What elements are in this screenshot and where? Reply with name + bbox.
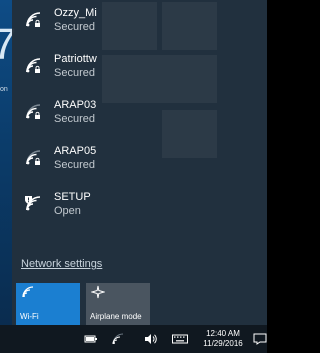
- network-item-ozzy-mi[interactable]: Ozzy_Mi Secured: [12, 0, 267, 46]
- wifi-secured-icon: [26, 58, 41, 73]
- network-status: Secured: [54, 21, 95, 33]
- network-name: ARAP03: [54, 99, 97, 111]
- network-icon[interactable]: [112, 333, 126, 345]
- network-item-arap05[interactable]: ARAP05 Secured: [12, 138, 267, 184]
- network-settings-link[interactable]: Network settings: [21, 258, 102, 270]
- wifi-secured-icon: [26, 104, 41, 119]
- wifi-toggle-tile[interactable]: Wi-Fi: [16, 283, 80, 325]
- network-name: SETUP: [54, 191, 91, 203]
- network-list: Ozzy_Mi Secured Patriottw Secured ARAP03…: [12, 0, 267, 230]
- network-name: Patriottw: [54, 53, 97, 65]
- airplane-mode-tile[interactable]: Airplane mode: [86, 283, 150, 325]
- screen: 7 on Ozzy_Mi Secured Patriottw Secured A…: [0, 0, 267, 353]
- battery-icon[interactable]: [84, 333, 98, 345]
- airplane-icon: [91, 285, 105, 299]
- desktop-background: 7 on: [0, 0, 16, 325]
- wifi-tile-label: Wi-Fi: [20, 312, 39, 321]
- wifi-open-shield-icon: [25, 196, 41, 211]
- taskbar-clock[interactable]: 12:40 AM 11/29/2016: [198, 329, 248, 347]
- network-status: Secured: [54, 159, 95, 171]
- wifi-icon: [22, 286, 34, 298]
- network-item-setup[interactable]: SETUP Open: [12, 184, 267, 230]
- network-status: Secured: [54, 113, 95, 125]
- clock-date: 11/29/2016: [203, 339, 243, 347]
- wifi-secured-icon: [26, 150, 41, 165]
- network-item-patriottw[interactable]: Patriottw Secured: [12, 46, 267, 92]
- keyboard-icon[interactable]: [172, 333, 188, 345]
- network-status: Open: [54, 205, 81, 217]
- clock-time: 12:40 AM: [206, 329, 240, 338]
- desktop-edge-label: on: [0, 86, 8, 93]
- taskbar: 12:40 AM 11/29/2016: [0, 325, 267, 353]
- network-name: ARAP05: [54, 145, 97, 157]
- airplane-tile-label: Airplane mode: [90, 312, 142, 321]
- action-center-icon[interactable]: [253, 333, 267, 345]
- network-name: Ozzy_Mi: [54, 7, 97, 19]
- network-flyout: Ozzy_Mi Secured Patriottw Secured ARAP03…: [12, 0, 267, 325]
- network-item-arap03[interactable]: ARAP03 Secured: [12, 92, 267, 138]
- volume-icon[interactable]: [144, 333, 158, 345]
- wifi-secured-icon: [26, 12, 41, 27]
- network-status: Secured: [54, 67, 95, 79]
